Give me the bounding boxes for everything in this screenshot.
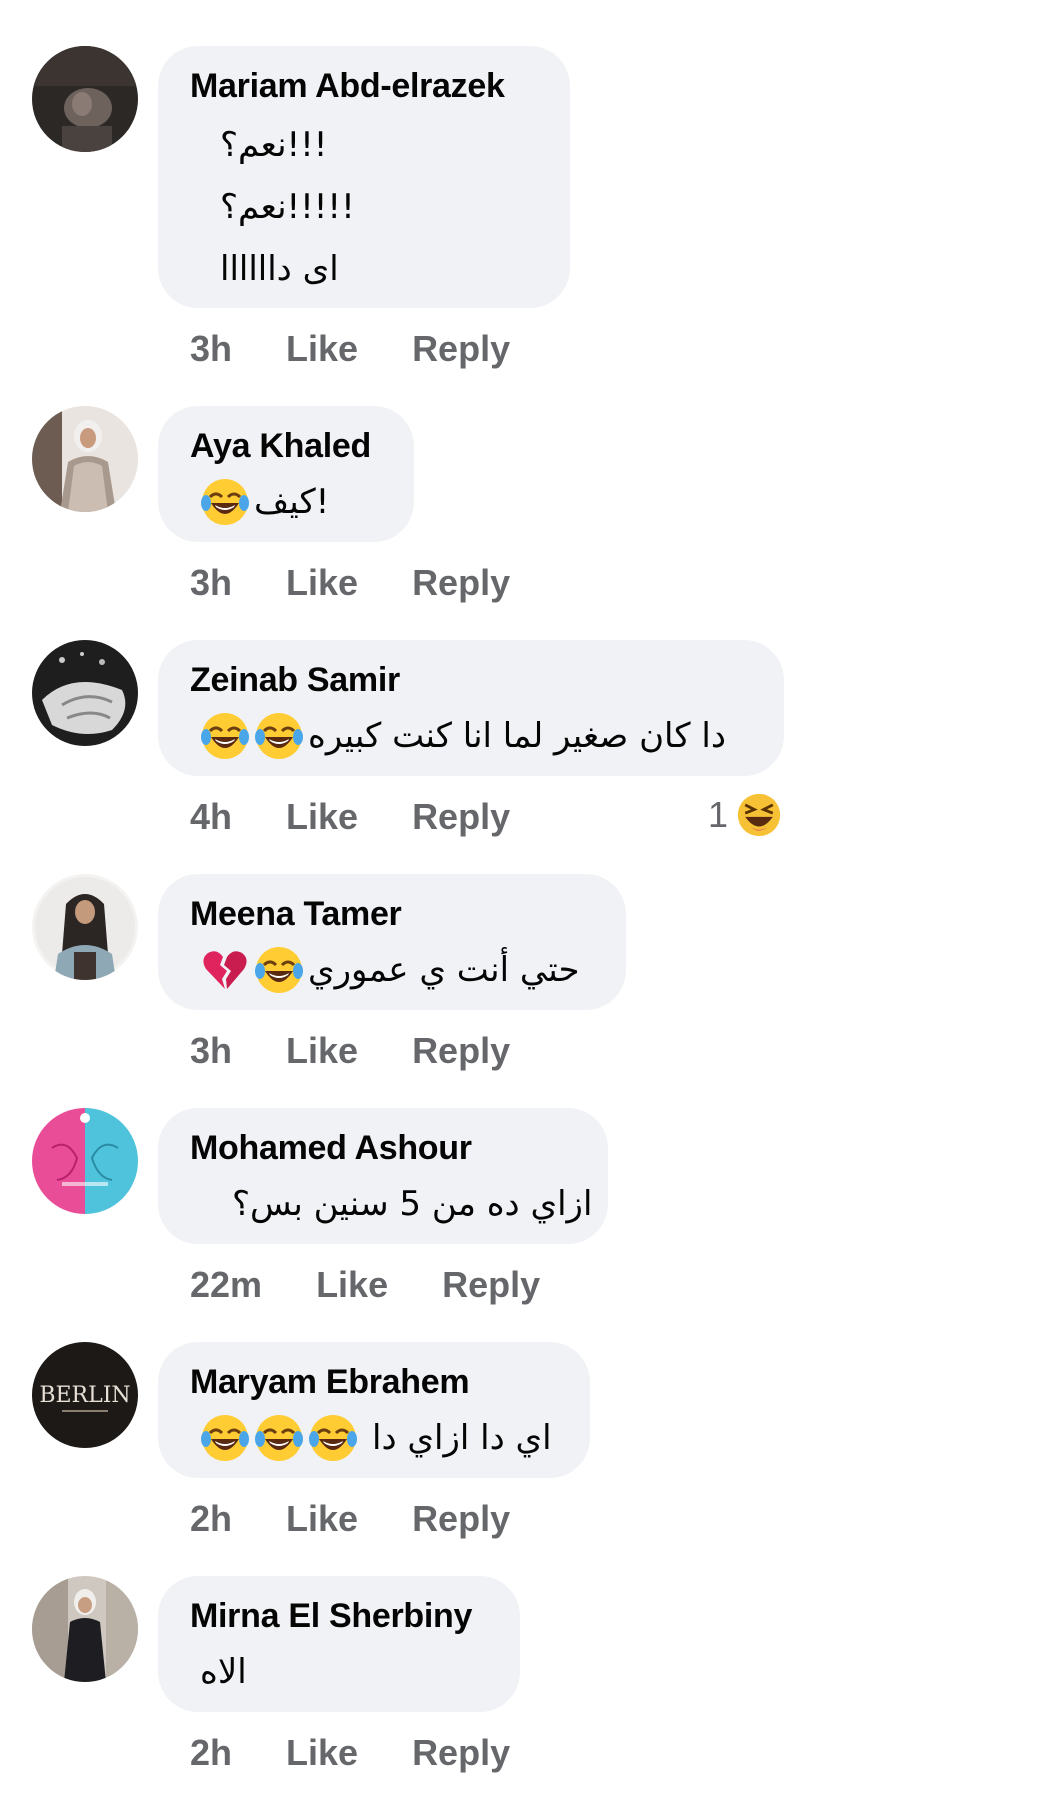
reply-button[interactable]: Reply bbox=[412, 796, 510, 838]
comment-text-line: اى داااااا bbox=[220, 249, 339, 289]
joy-emoji bbox=[254, 945, 304, 995]
comment-bubble: Mirna El Sherbiny الاه bbox=[158, 1576, 520, 1712]
avatar[interactable] bbox=[32, 874, 138, 980]
comment-text: ازاي ده من 5 سنين بس؟ bbox=[232, 1184, 593, 1224]
reply-button[interactable]: Reply bbox=[412, 562, 510, 604]
comment-actions: 22m Like Reply bbox=[190, 1264, 540, 1306]
avatar[interactable] bbox=[32, 1108, 138, 1214]
comment-author[interactable]: Mohamed Ashour bbox=[190, 1126, 574, 1170]
haha-reaction-icon bbox=[736, 792, 782, 838]
comment-timestamp[interactable]: 2h bbox=[190, 1498, 232, 1540]
comment-text: كيف! bbox=[254, 482, 330, 522]
reply-button[interactable]: Reply bbox=[412, 1030, 510, 1072]
comment-bubble: Mohamed Ashour ازاي ده من 5 سنين بس؟ bbox=[158, 1108, 608, 1244]
reply-button[interactable]: Reply bbox=[412, 1498, 510, 1540]
reply-button[interactable]: Reply bbox=[442, 1264, 540, 1306]
avatar[interactable]: BERLIN bbox=[32, 1342, 138, 1448]
avatar[interactable] bbox=[32, 1576, 138, 1682]
comment-bubble: Maryam Ebrahem اي دا ازاي دا bbox=[158, 1342, 590, 1478]
like-button[interactable]: Like bbox=[316, 1264, 388, 1306]
comment-actions: 3h Like Reply bbox=[190, 1030, 510, 1072]
previous-comment-edge bbox=[455, 0, 515, 6]
joy-emoji bbox=[308, 1413, 358, 1463]
like-button[interactable]: Like bbox=[286, 796, 358, 838]
avatar[interactable] bbox=[32, 46, 138, 152]
comment-actions: 3h Like Reply bbox=[190, 328, 510, 370]
comment-timestamp[interactable]: 3h bbox=[190, 328, 232, 370]
comment-bubble: Zeinab Samir دا كان صغير لما انا كنت كبي… bbox=[158, 640, 784, 776]
joy-emoji bbox=[200, 477, 250, 527]
comment-bubble: Aya Khaled كيف! bbox=[158, 406, 414, 542]
like-button[interactable]: Like bbox=[286, 1732, 358, 1774]
reaction-summary[interactable]: 1 bbox=[708, 792, 782, 838]
comment-actions: 2h Like Reply bbox=[190, 1498, 510, 1540]
comment-text: اي دا ازاي دا bbox=[372, 1418, 552, 1458]
comment-author[interactable]: Mariam Abd-elrazek bbox=[190, 64, 536, 108]
comment-timestamp[interactable]: 2h bbox=[190, 1732, 232, 1774]
like-button[interactable]: Like bbox=[286, 328, 358, 370]
comment-timestamp[interactable]: 3h bbox=[190, 562, 232, 604]
like-button[interactable]: Like bbox=[286, 1498, 358, 1540]
reply-button[interactable]: Reply bbox=[412, 328, 510, 370]
comment-bubble: Mariam Abd-elrazek نعم؟!!! نعم؟!!!!! اى … bbox=[158, 46, 570, 308]
comment-author[interactable]: Aya Khaled bbox=[190, 424, 380, 468]
joy-emoji bbox=[254, 1413, 304, 1463]
reply-button[interactable]: Reply bbox=[412, 1732, 510, 1774]
avatar[interactable] bbox=[32, 640, 138, 746]
broken-heart-emoji bbox=[200, 945, 250, 995]
comment-timestamp[interactable]: 22m bbox=[190, 1264, 262, 1306]
comment-text-line: نعم؟!!! bbox=[220, 125, 328, 165]
comment-author[interactable]: Mirna El Sherbiny bbox=[190, 1594, 486, 1638]
comment-actions: 4h Like Reply bbox=[190, 796, 510, 838]
joy-emoji bbox=[254, 711, 304, 761]
avatar[interactable] bbox=[32, 406, 138, 512]
reaction-count: 1 bbox=[708, 794, 729, 835]
joy-emoji bbox=[200, 1413, 250, 1463]
comment-bubble: Meena Tamer حتي أنت ي عموري bbox=[158, 874, 626, 1010]
comment-text: الاه bbox=[200, 1652, 247, 1692]
comment-author[interactable]: Meena Tamer bbox=[190, 892, 592, 936]
comment-author[interactable]: Zeinab Samir bbox=[190, 658, 750, 702]
comment-text: دا كان صغير لما انا كنت كبيره bbox=[308, 716, 726, 756]
avatar-logo-text: BERLIN bbox=[39, 1383, 130, 1408]
comment-actions: 3h Like Reply bbox=[190, 562, 510, 604]
joy-emoji bbox=[200, 711, 250, 761]
comment-timestamp[interactable]: 3h bbox=[190, 1030, 232, 1072]
like-button[interactable]: Like bbox=[286, 1030, 358, 1072]
comment-actions: 2h Like Reply bbox=[190, 1732, 510, 1774]
comment-timestamp[interactable]: 4h bbox=[190, 796, 232, 838]
comment-text-line: نعم؟!!!!! bbox=[220, 187, 355, 227]
comment-author[interactable]: Maryam Ebrahem bbox=[190, 1360, 556, 1404]
like-button[interactable]: Like bbox=[286, 562, 358, 604]
comment-text: حتي أنت ي عموري bbox=[308, 950, 580, 990]
